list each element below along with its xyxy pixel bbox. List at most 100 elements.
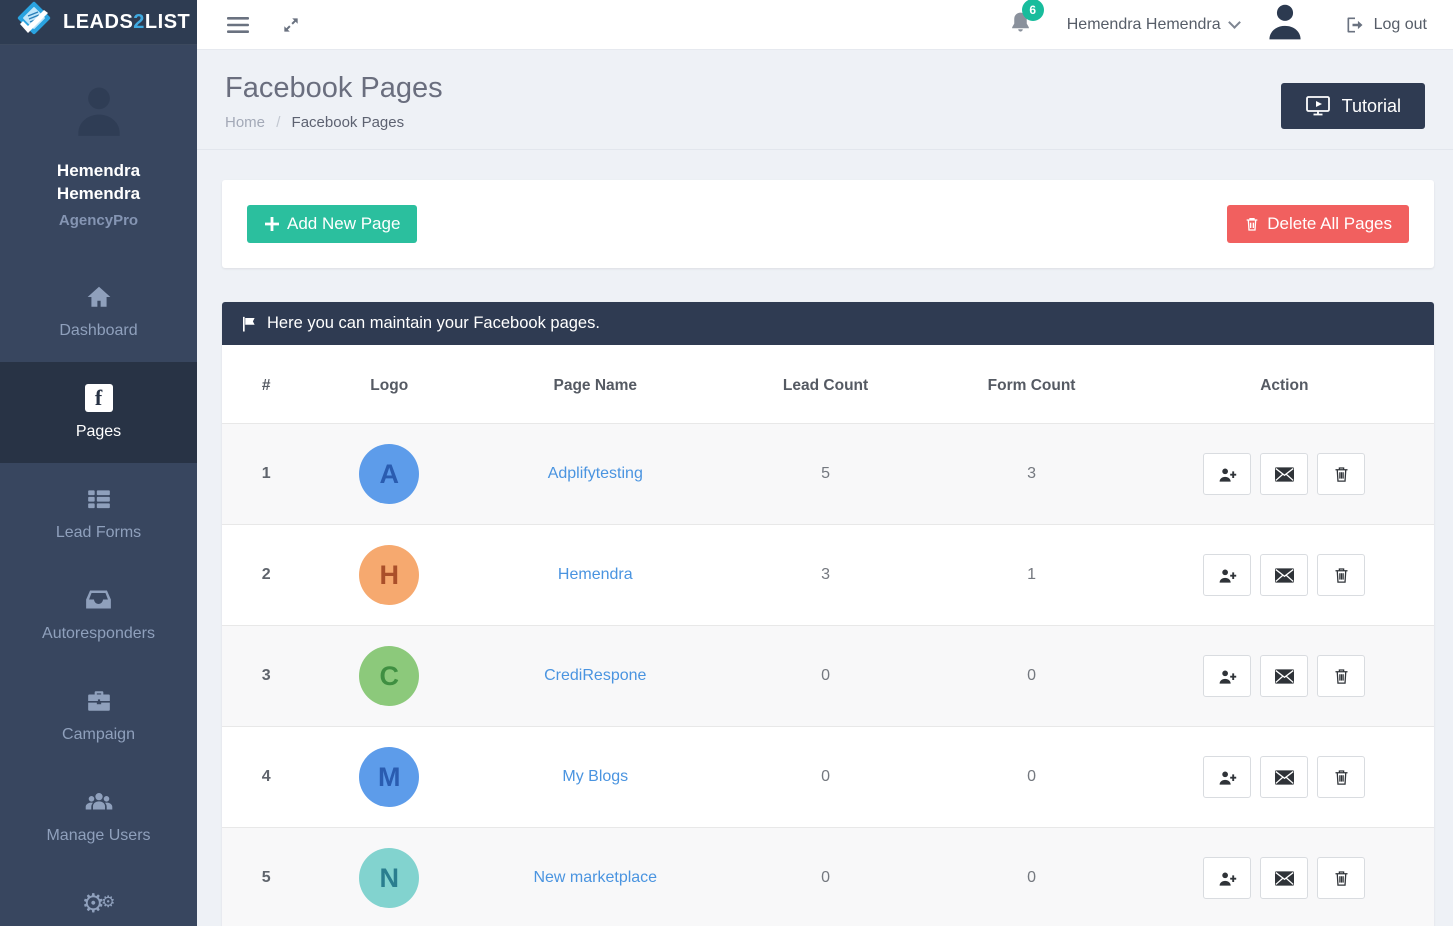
page-title: Facebook Pages — [225, 72, 443, 105]
trash-icon — [1333, 869, 1350, 887]
send-email-button[interactable] — [1260, 655, 1308, 697]
delete-page-button[interactable] — [1317, 554, 1365, 596]
logout-button[interactable]: Log out — [1345, 15, 1427, 35]
facebook-icon: f — [6, 383, 191, 413]
sidebar-item-dashboard[interactable]: Dashboard — [0, 261, 197, 362]
lead-count-cell: 0 — [723, 626, 929, 727]
row-index: 5 — [262, 869, 271, 886]
sidebar-item-pages[interactable]: f Pages — [0, 362, 197, 463]
brand-logo[interactable]: LEADS2LIST — [0, 0, 197, 45]
add-new-page-button[interactable]: Add New Page — [247, 205, 417, 243]
sidebar-item-autoresponders[interactable]: Autoresponders — [0, 564, 197, 665]
users-icon — [6, 787, 191, 817]
pages-panel: Here you can maintain your Facebook page… — [222, 302, 1434, 926]
brand-name: LEADS2LIST — [63, 11, 190, 34]
breadcrumb: Home / Facebook Pages — [225, 114, 443, 131]
delete-page-button[interactable] — [1317, 453, 1365, 495]
sidebar-user-name: Hemendra Hemendra — [10, 160, 187, 206]
pages-table: # Logo Page Name Lead Count Form Count A… — [222, 345, 1434, 926]
delete-page-button[interactable] — [1317, 655, 1365, 697]
col-header-action: Action — [1135, 345, 1434, 424]
page-name-link[interactable]: New marketplace — [533, 869, 657, 886]
breadcrumb-home-link[interactable]: Home — [225, 114, 265, 131]
send-email-button[interactable] — [1260, 857, 1308, 899]
delete-page-button[interactable] — [1317, 756, 1365, 798]
sidebar-item-manage-users[interactable]: Manage Users — [0, 766, 197, 867]
send-email-button[interactable] — [1260, 453, 1308, 495]
page-name-link[interactable]: CrediRespone — [544, 667, 646, 684]
sidebar: LEADS2LIST Hemendra Hemendra AgencyPro D… — [0, 0, 197, 926]
add-person-button[interactable] — [1203, 554, 1251, 596]
menu-toggle-icon[interactable] — [227, 16, 249, 34]
fullscreen-icon[interactable] — [281, 15, 301, 35]
topbar-avatar[interactable] — [1263, 0, 1307, 49]
trash-icon — [1244, 215, 1260, 233]
add-person-button[interactable] — [1203, 857, 1251, 899]
add-person-icon — [1218, 769, 1237, 786]
add-person-icon — [1218, 466, 1237, 483]
sidebar-item-lead-forms[interactable]: Lead Forms — [0, 463, 197, 564]
col-header-logo: Logo — [310, 345, 468, 424]
send-email-button[interactable] — [1260, 756, 1308, 798]
topbar-user-name: Hemendra Hemendra — [1067, 16, 1221, 34]
row-actions — [1135, 756, 1434, 798]
content: Add New Page Delete All Pages Here you c… — [197, 150, 1453, 926]
page-name-link[interactable]: Adplifytesting — [548, 465, 643, 482]
row-index: 1 — [262, 465, 271, 482]
user-avatar-icon — [68, 79, 130, 146]
table-row: 1 A Adplifytesting 5 3 — [222, 424, 1434, 525]
trash-icon — [1333, 667, 1350, 685]
pages-table-body: 1 A Adplifytesting 5 3 2 H Hemendra 3 1 — [222, 424, 1434, 926]
envelope-icon — [1275, 770, 1294, 785]
page-name-link[interactable]: Hemendra — [558, 566, 633, 583]
brand-diamond-icon — [12, 0, 56, 44]
delete-all-pages-button[interactable]: Delete All Pages — [1227, 205, 1409, 243]
row-index: 4 — [262, 768, 271, 785]
add-person-button[interactable] — [1203, 756, 1251, 798]
col-header-form-count: Form Count — [929, 345, 1135, 424]
form-count-cell: 0 — [929, 626, 1135, 727]
page-logo-avatar: C — [359, 646, 419, 706]
gears-icon: ⚙⚙ — [6, 888, 191, 918]
add-person-button[interactable] — [1203, 453, 1251, 495]
app-window: LEADS2LIST Hemendra Hemendra AgencyPro D… — [0, 0, 1453, 926]
trash-icon — [1333, 566, 1350, 584]
trash-icon — [1333, 768, 1350, 786]
envelope-icon — [1275, 568, 1294, 583]
col-header-lead-count: Lead Count — [723, 345, 929, 424]
flag-icon — [240, 315, 258, 333]
briefcase-icon — [6, 686, 191, 716]
lead-count-cell: 3 — [723, 525, 929, 626]
envelope-icon — [1275, 871, 1294, 886]
row-actions — [1135, 857, 1434, 899]
sidebar-user-plan: AgencyPro — [10, 212, 187, 229]
col-header-page-name: Page Name — [468, 345, 723, 424]
logout-icon — [1345, 15, 1365, 35]
add-person-button[interactable] — [1203, 655, 1251, 697]
lead-count-cell: 0 — [723, 727, 929, 828]
envelope-icon — [1275, 467, 1294, 482]
row-actions — [1135, 655, 1434, 697]
row-index: 2 — [262, 566, 271, 583]
form-count-cell: 0 — [929, 828, 1135, 926]
delete-page-button[interactable] — [1317, 857, 1365, 899]
notifications-button[interactable]: 6 — [1008, 9, 1033, 41]
tutorial-button[interactable]: Tutorial — [1281, 83, 1425, 129]
home-icon — [6, 282, 191, 312]
send-email-button[interactable] — [1260, 554, 1308, 596]
table-header-row: # Logo Page Name Lead Count Form Count A… — [222, 345, 1434, 424]
topbar: 6 Hemendra Hemendra Log out — [197, 0, 1453, 50]
main-area: 6 Hemendra Hemendra Log out Facebook Pag… — [197, 0, 1453, 926]
page-logo-avatar: M — [359, 747, 419, 807]
table-row: 3 C CrediRespone 0 0 — [222, 626, 1434, 727]
page-logo-avatar: H — [359, 545, 419, 605]
table-row: 2 H Hemendra 3 1 — [222, 525, 1434, 626]
sidebar-item-campaign[interactable]: Campaign — [0, 665, 197, 766]
col-header-index: # — [222, 345, 310, 424]
user-menu-dropdown[interactable]: Hemendra Hemendra — [1067, 16, 1239, 34]
page-name-link[interactable]: My Blogs — [562, 768, 628, 785]
add-person-icon — [1218, 870, 1237, 887]
video-tutorial-icon — [1305, 94, 1331, 118]
actions-toolbar: Add New Page Delete All Pages — [222, 180, 1434, 268]
sidebar-item-settings[interactable]: ⚙⚙ — [0, 867, 197, 926]
